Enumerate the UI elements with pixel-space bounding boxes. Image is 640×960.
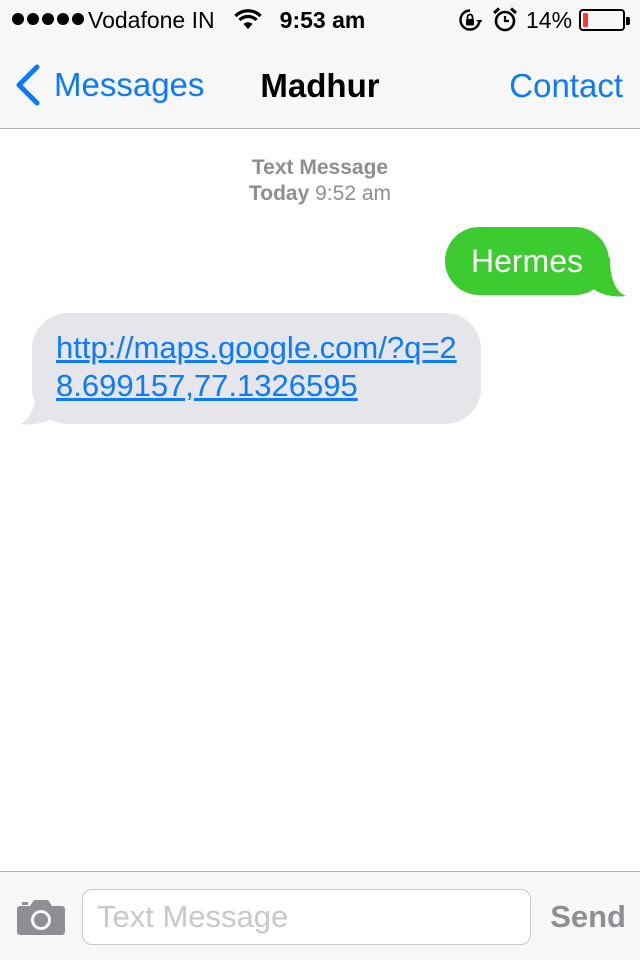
header-area: Vodafone IN 9:53 am 14% Messages Madhur … xyxy=(0,0,640,129)
message-bubble-outgoing[interactable]: Hermes xyxy=(444,227,609,295)
back-button-label: Messages xyxy=(54,66,205,103)
message-timestamp: Today 9:52 am xyxy=(0,182,640,206)
map-link[interactable]: http://maps.google.com/?q=28.699157,77.1… xyxy=(56,330,457,403)
timestamp-day: Today xyxy=(248,182,310,205)
message-input[interactable] xyxy=(82,889,531,945)
message-text: Hermes xyxy=(470,243,583,279)
back-button[interactable]: Messages xyxy=(14,64,204,106)
battery-fill xyxy=(583,13,588,27)
chevron-left-icon xyxy=(16,64,40,106)
battery-icon xyxy=(579,9,630,31)
navigation-bar: Messages Madhur Contact xyxy=(0,40,640,128)
rotation-lock-icon xyxy=(459,9,482,31)
composer-bar: Send xyxy=(0,871,640,960)
camera-icon[interactable] xyxy=(16,898,66,936)
alarm-icon xyxy=(493,7,517,32)
status-bar: Vodafone IN 9:53 am 14% xyxy=(0,0,640,40)
message-type-label: Text Message xyxy=(251,156,389,179)
battery-percent: 14% xyxy=(526,7,573,33)
timestamp-time: 9:52 am xyxy=(315,182,392,205)
send-button[interactable]: Send xyxy=(550,899,626,935)
contact-button[interactable]: Contact xyxy=(509,67,623,105)
message-bubble-incoming: http://maps.google.com/?q=28.699157,77.1… xyxy=(32,313,481,424)
